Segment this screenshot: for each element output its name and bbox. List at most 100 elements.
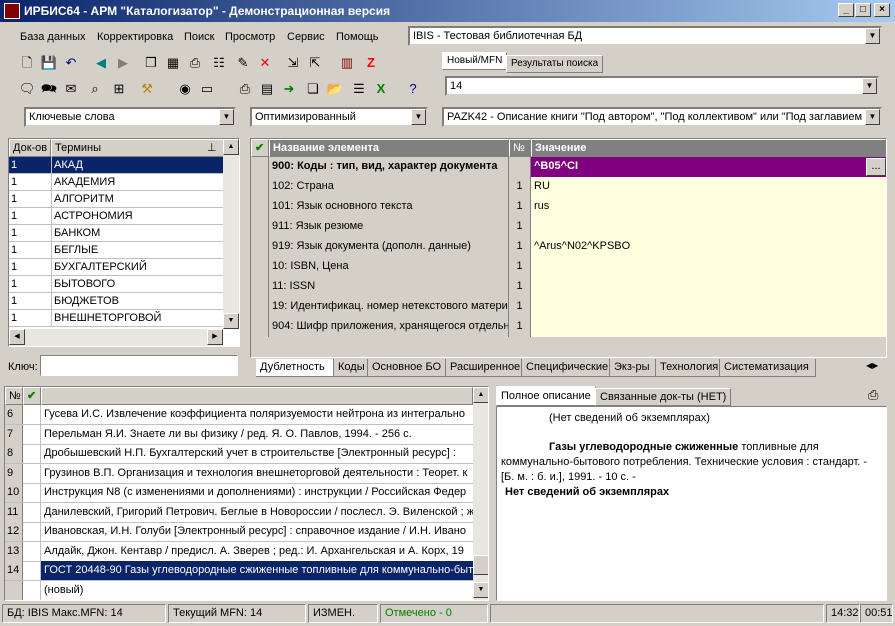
record-mark[interactable]: [23, 405, 41, 424]
tree-icon[interactable]: ☷: [210, 54, 228, 72]
print-icon[interactable]: ⎙: [186, 54, 204, 72]
tab-new-mfn[interactable]: Новый/MFN: [442, 52, 508, 70]
tools-icon[interactable]: ⚒: [138, 80, 156, 98]
help-icon[interactable]: ?: [404, 80, 422, 98]
scroll-up-icon[interactable]: ▲: [473, 387, 488, 403]
records-vscroll[interactable]: ▲ ▼: [473, 387, 488, 600]
save-icon[interactable]: 💾: [40, 54, 58, 72]
term-row[interactable]: 1 БУХГАЛТЕРСКИЙ: [9, 259, 223, 276]
terms-vscroll[interactable]: ▲ ▼: [223, 139, 239, 329]
tabs-scroll-icon[interactable]: ◀▶: [866, 361, 878, 370]
menu-edit[interactable]: Корректировка: [97, 31, 173, 43]
tab-search-results[interactable]: Результаты поиска: [506, 55, 604, 73]
chevron-down-icon[interactable]: ▼: [411, 109, 426, 125]
search-icon[interactable]: ⌕: [86, 80, 104, 98]
print-preview-icon[interactable]: ⎙: [868, 387, 878, 403]
network-icon[interactable]: ⊞: [110, 80, 128, 98]
page-tab[interactable]: Специфические: [522, 359, 610, 377]
page-tab[interactable]: Основное БО: [368, 359, 446, 377]
comments-icon[interactable]: 🗪: [40, 80, 58, 98]
record-mark[interactable]: [23, 580, 41, 600]
grid-row[interactable]: 101: Язык основного текста 1 rus: [251, 197, 886, 217]
form-icon[interactable]: ▤: [258, 80, 276, 98]
delete-icon[interactable]: ✕: [256, 54, 274, 72]
page-tab[interactable]: Экз-ры: [610, 359, 656, 377]
database-select[interactable]: IBIS - Тестовая библиотечная БД ▼: [408, 26, 882, 46]
page-tab[interactable]: Систематизация: [720, 359, 816, 377]
grid-value[interactable]: ^Arus^N02^KPSBO: [531, 237, 886, 257]
tab-full-description[interactable]: Полное описание: [496, 386, 596, 406]
grid-row[interactable]: 919: Язык документа (дополн. данные) 1 ^Ar…: [251, 237, 886, 257]
comment-icon[interactable]: 🗨: [18, 80, 36, 98]
ellipsis-button[interactable]: ...: [866, 158, 886, 176]
maximize-button[interactable]: □: [855, 3, 871, 17]
grid-row[interactable]: 11: ISSN 1: [251, 277, 886, 297]
term-row[interactable]: 1 АКАД: [9, 157, 223, 174]
chevron-down-icon[interactable]: ▼: [219, 109, 234, 125]
record-row[interactable]: 6 Гусева И.С. Извлечение коэффициента пол…: [5, 405, 473, 425]
record-row[interactable]: 9 Грузинов В.П. Организация и технология …: [5, 463, 473, 484]
scroll-right-icon[interactable]: ▶: [207, 329, 223, 345]
page-tab[interactable]: Расширенное: [446, 359, 522, 377]
z3950-icon[interactable]: Z: [362, 54, 380, 72]
terms-header-docs[interactable]: Док-ов: [9, 139, 51, 157]
menu-service[interactable]: Сервис: [287, 31, 325, 43]
list-icon[interactable]: ☰: [350, 80, 368, 98]
undo-icon[interactable]: ↶: [62, 54, 80, 72]
scroll-left-icon[interactable]: ◀: [9, 329, 25, 345]
table-icon[interactable]: ▦: [164, 54, 182, 72]
term-row[interactable]: 1 БЫТОВОГО: [9, 276, 223, 293]
page-tab[interactable]: Коды: [334, 359, 368, 377]
scroll-down-icon[interactable]: ▼: [223, 313, 239, 329]
record-row[interactable]: 13 Алдайк, Джон. Кентавр / предисл. А. Зв…: [5, 541, 473, 562]
pin-icon[interactable]: ⊥: [207, 141, 217, 154]
grid-value[interactable]: [531, 277, 886, 297]
import-icon[interactable]: ⇲: [284, 54, 302, 72]
grid-header-value[interactable]: Значение: [531, 139, 886, 157]
grid-row[interactable]: 10: ISBN, Цена 1: [251, 257, 886, 277]
tab-linked-docs[interactable]: Связанные док-ты (НЕТ): [595, 388, 732, 406]
grid-row[interactable]: 19: Идентификац. номер нетекстового мате…: [251, 297, 886, 317]
record-mark[interactable]: [23, 463, 41, 483]
record-row[interactable]: 8 Дробышевский Н.П. Бухгалтерский учет в …: [5, 444, 473, 464]
go-icon[interactable]: ➜: [280, 80, 298, 98]
minimize-button[interactable]: _: [838, 3, 854, 17]
optimization-select[interactable]: Оптимизированный ▼: [250, 107, 428, 127]
excel-icon[interactable]: X: [372, 80, 390, 98]
term-row[interactable]: 1 АЛГОРИТМ: [9, 191, 223, 208]
record-mark[interactable]: [23, 444, 41, 463]
edit-icon[interactable]: ✎: [234, 54, 252, 72]
grid-row[interactable]: 911: Язык резюме 1: [251, 217, 886, 237]
grid-header-no[interactable]: №: [509, 139, 531, 157]
grid-value[interactable]: ^B05^CI: [531, 157, 886, 177]
grid-row[interactable]: 102: Страна 1 RU: [251, 177, 886, 197]
menu-search[interactable]: Поиск: [184, 31, 214, 43]
pages-icon[interactable]: ❏: [304, 80, 322, 98]
grid-value[interactable]: RU: [531, 177, 886, 197]
folder-icon[interactable]: ▭: [198, 80, 216, 98]
record-row[interactable]: 7 Перельман Я.И. Знаете ли вы физику / ре…: [5, 424, 473, 445]
terms-hscroll[interactable]: ◀ ▶: [9, 329, 223, 346]
worksheet-select[interactable]: PAZK42 - Описание книги "Под автором", "…: [442, 107, 882, 127]
term-row[interactable]: 1 ВНЕШНЕТОРГОВОЙ: [9, 310, 223, 327]
grid-value[interactable]: [531, 257, 886, 277]
term-row[interactable]: 1 БЮДЖЕТОВ: [9, 293, 223, 310]
mail-icon[interactable]: ✉: [62, 80, 80, 98]
record-mark[interactable]: [23, 483, 41, 502]
grid-row[interactable]: 904: Шифр приложения, хранящегося отдель…: [251, 317, 886, 337]
search-mode-select[interactable]: Ключевые слова ▼: [24, 107, 236, 127]
grid-header-name[interactable]: Название элемента: [269, 139, 509, 157]
terms-header-terms[interactable]: Термины: [51, 139, 225, 157]
record-mark[interactable]: [23, 424, 41, 444]
chevron-down-icon[interactable]: ▼: [862, 78, 877, 94]
term-row[interactable]: 1 БАНКОМ: [9, 225, 223, 242]
record-mark[interactable]: [23, 561, 41, 580]
forward-icon[interactable]: ▶: [114, 54, 132, 72]
grid-value[interactable]: [531, 297, 886, 317]
key-input[interactable]: [40, 355, 238, 376]
scroll-down-icon[interactable]: ▼: [473, 582, 488, 598]
term-row[interactable]: 1 АСТРОНОМИЯ: [9, 208, 223, 225]
new-record-icon[interactable]: 🗋: [18, 54, 36, 72]
record-row[interactable]: 14 ГОСТ 20448-90 Газы углеводородные сжиж…: [5, 561, 473, 581]
grid-value[interactable]: [531, 317, 886, 337]
